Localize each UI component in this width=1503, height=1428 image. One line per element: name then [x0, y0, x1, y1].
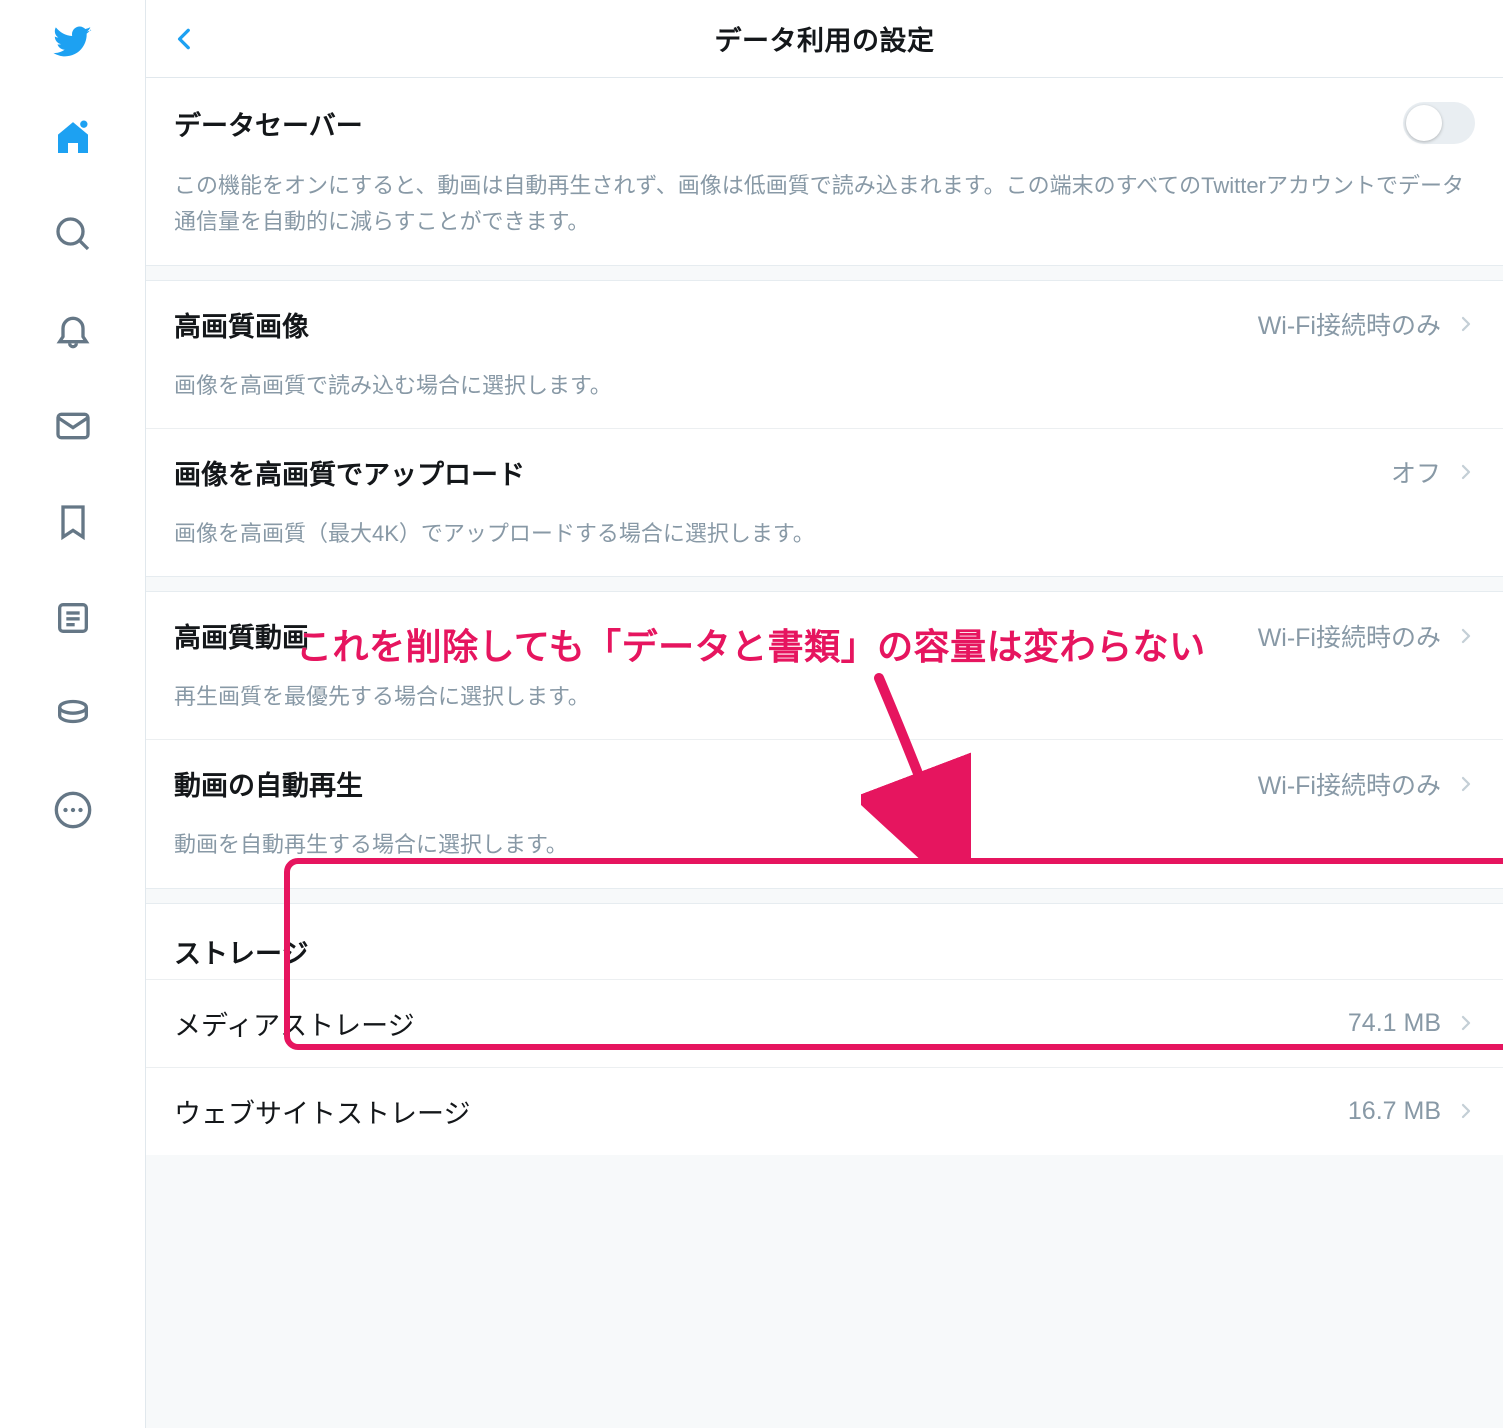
upload-high-quality-value: オフ	[1391, 454, 1441, 490]
media-storage-label: メディアストレージ	[174, 1004, 415, 1043]
video-section: 高画質動画 Wi-Fi接続時のみ 再生画質を最優先する場合に選択します。 動画の…	[146, 592, 1503, 888]
upload-high-quality-label: 画像を高画質でアップロード	[174, 453, 525, 492]
video-autoplay-row[interactable]: 動画の自動再生 Wi-Fi接続時のみ	[146, 739, 1503, 827]
chevron-right-icon	[1457, 310, 1475, 338]
topics-icon[interactable]	[53, 694, 93, 734]
media-storage-value: 74.1 MB	[1348, 1009, 1441, 1038]
data-saver-row: データセーバー	[146, 78, 1503, 168]
search-icon[interactable]	[53, 214, 93, 254]
data-saver-label: データセーバー	[174, 104, 363, 143]
storage-header: ストレージ	[146, 904, 1503, 979]
chevron-right-icon	[1457, 458, 1475, 486]
data-saver-toggle[interactable]	[1403, 102, 1475, 144]
website-storage-row[interactable]: ウェブサイトストレージ 16.7 MB	[146, 1067, 1503, 1155]
high-quality-video-desc: 再生画質を最優先する場合に選択します。	[146, 679, 1503, 739]
section-gap	[146, 265, 1503, 281]
upload-high-quality-desc: 画像を高画質（最大4K）でアップロードする場合に選択します。	[146, 516, 1503, 576]
video-autoplay-desc: 動画を自動再生する場合に選択します。	[146, 827, 1503, 887]
high-quality-video-label: 高画質動画	[174, 616, 309, 655]
messages-icon[interactable]	[53, 406, 93, 446]
storage-section: ストレージ メディアストレージ 74.1 MB ウェブサイトストレージ 16.7…	[146, 904, 1503, 1155]
page-title: データ利用の設定	[224, 19, 1503, 58]
website-storage-label: ウェブサイトストレージ	[174, 1092, 470, 1131]
home-icon[interactable]	[53, 118, 93, 158]
app-root: データ利用の設定 データセーバー この機能をオンにすると、動画は自動再生されず、…	[0, 0, 1503, 1428]
high-quality-images-label: 高画質画像	[174, 305, 309, 344]
website-storage-value: 16.7 MB	[1348, 1097, 1441, 1126]
chevron-right-icon	[1457, 770, 1475, 798]
section-gap	[146, 576, 1503, 592]
upload-high-quality-row[interactable]: 画像を高画質でアップロード オフ	[146, 428, 1503, 516]
more-icon[interactable]	[53, 790, 93, 830]
back-button[interactable]	[146, 0, 224, 78]
media-storage-row[interactable]: メディアストレージ 74.1 MB	[146, 979, 1503, 1067]
chevron-right-icon	[1457, 1009, 1475, 1037]
lists-icon[interactable]	[53, 598, 93, 638]
sidebar	[0, 0, 145, 1428]
video-autoplay-label: 動画の自動再生	[174, 764, 363, 803]
high-quality-video-row[interactable]: 高画質動画 Wi-Fi接続時のみ	[146, 592, 1503, 679]
image-section: 高画質画像 Wi-Fi接続時のみ 画像を高画質で読み込む場合に選択します。 画像…	[146, 281, 1503, 577]
high-quality-images-desc: 画像を高画質で読み込む場合に選択します。	[146, 368, 1503, 428]
section-gap	[146, 888, 1503, 904]
chevron-right-icon	[1457, 622, 1475, 650]
header: データ利用の設定	[146, 0, 1503, 78]
bookmarks-icon[interactable]	[53, 502, 93, 542]
chevron-right-icon	[1457, 1097, 1475, 1125]
data-saver-description: この機能をオンにすると、動画は自動再生されず、画像は低画質で読み込まれます。この…	[146, 168, 1503, 265]
data-saver-section: データセーバー この機能をオンにすると、動画は自動再生されず、画像は低画質で読み…	[146, 78, 1503, 265]
twitter-logo-icon[interactable]	[53, 22, 93, 62]
video-autoplay-value: Wi-Fi接続時のみ	[1258, 766, 1441, 802]
high-quality-video-value: Wi-Fi接続時のみ	[1258, 618, 1441, 654]
notifications-icon[interactable]	[53, 310, 93, 350]
high-quality-images-value: Wi-Fi接続時のみ	[1258, 306, 1441, 342]
settings-content: データ利用の設定 データセーバー この機能をオンにすると、動画は自動再生されず、…	[145, 0, 1503, 1428]
high-quality-images-row[interactable]: 高画質画像 Wi-Fi接続時のみ	[146, 281, 1503, 368]
